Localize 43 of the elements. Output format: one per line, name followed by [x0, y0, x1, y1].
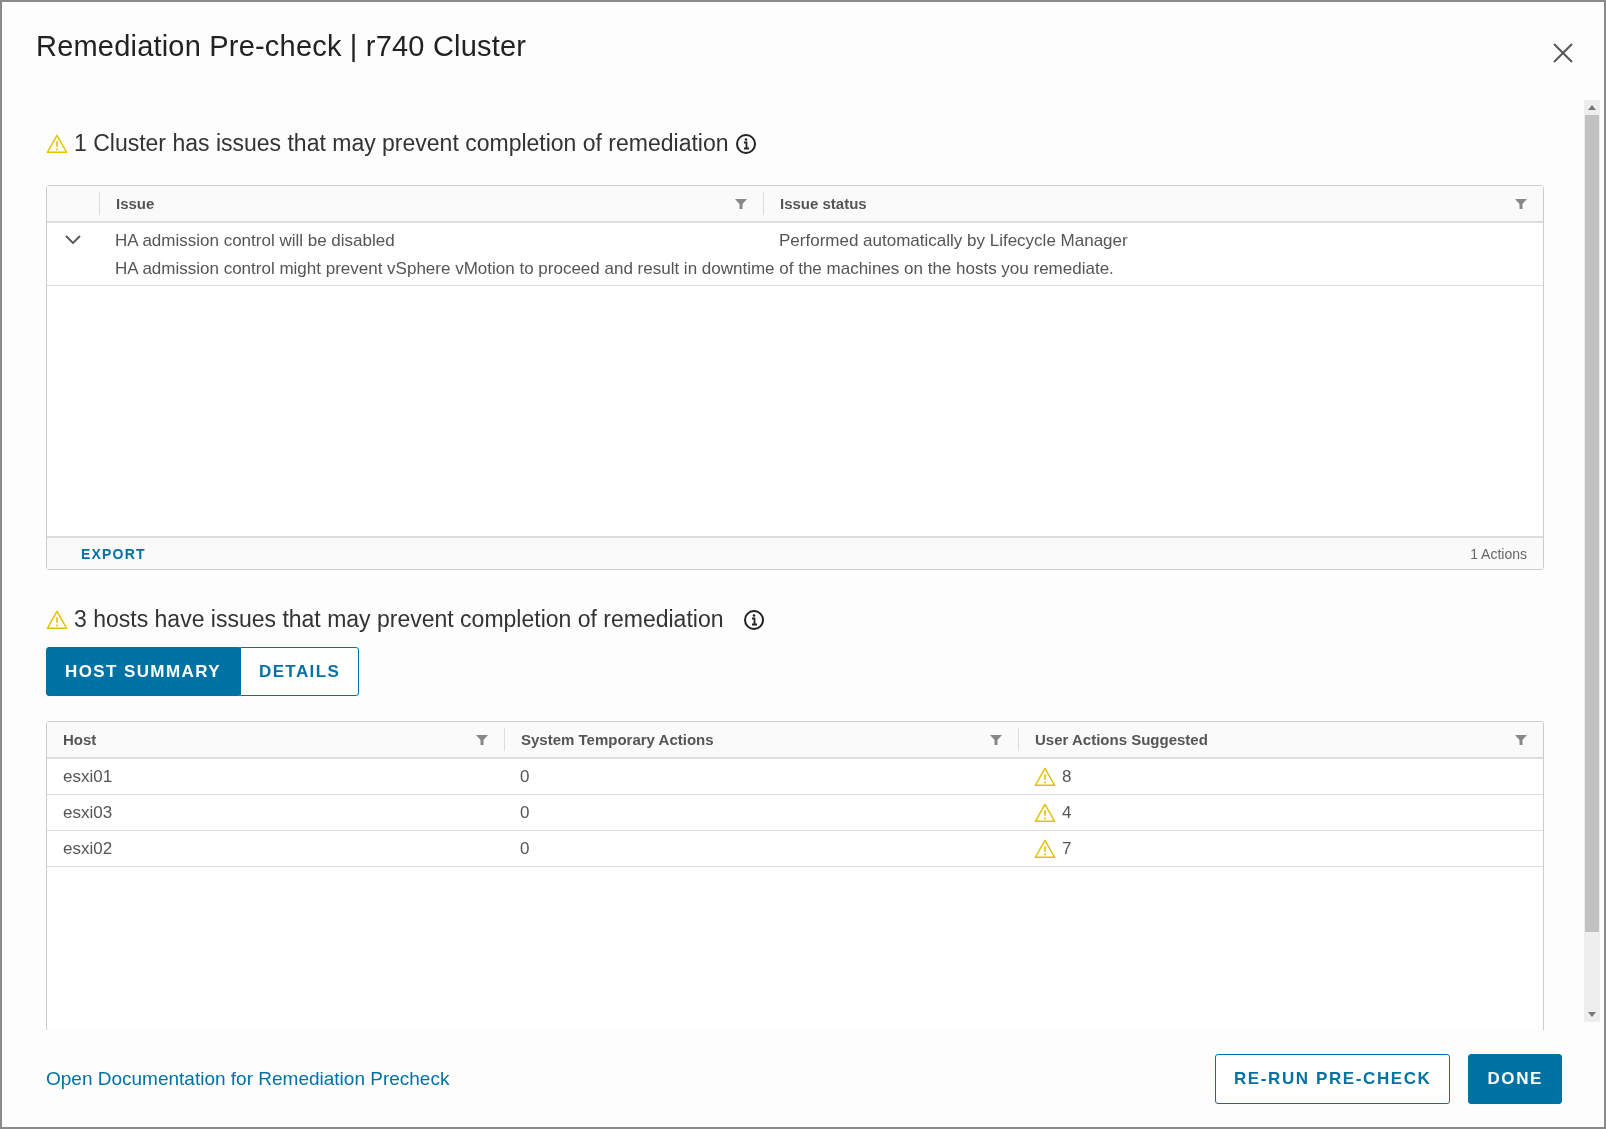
section-heading: 1 Cluster has issues that may prevent completion of remediation — [74, 130, 729, 157]
filter-icon[interactable] — [1515, 733, 1527, 746]
table-cell: 8 — [1062, 766, 1072, 787]
table-cell: 0 — [520, 766, 530, 787]
filter-icon[interactable] — [735, 197, 747, 210]
expand-button[interactable] — [65, 235, 81, 245]
column-header: Host — [63, 731, 97, 748]
filter-icon[interactable] — [1515, 197, 1527, 210]
table-cell: esxi03 — [63, 802, 113, 823]
dialog-title: Remediation Pre-check | r740 Cluster — [36, 30, 527, 63]
warning-icon — [46, 132, 68, 155]
column-header: User Actions Suggested — [1035, 731, 1208, 748]
table-cell-text: HA admission control will be disabled — [115, 231, 396, 251]
done-button[interactable]: DONE — [1468, 1053, 1562, 1104]
warning-icon — [1034, 801, 1056, 824]
filter-icon[interactable] — [990, 733, 1002, 746]
filter-icon[interactable] — [476, 733, 488, 746]
table-cell: 4 — [1062, 802, 1072, 823]
column-header: Issue status — [780, 195, 867, 212]
warning-icon — [46, 608, 68, 631]
column-header: System Temporary Actions — [521, 731, 714, 748]
documentation-link[interactable]: Open Documentation for Remediation Precheck — [46, 1067, 450, 1090]
info-icon[interactable] — [734, 132, 757, 155]
tab[interactable]: HOST SUMMARY — [46, 647, 240, 696]
table-cell: esxi02 — [63, 838, 113, 859]
warning-icon — [1034, 765, 1056, 788]
close-icon — [1552, 42, 1574, 64]
table-cell: 7 — [1062, 838, 1072, 859]
info-icon[interactable] — [743, 608, 766, 631]
table-cell-text: Performed automatically by Lifecycle Manager — [779, 231, 1129, 251]
section-heading: 3 hosts have issues that may prevent completion of remediation — [74, 606, 724, 633]
chevron-icon — [65, 235, 81, 245]
issue-detail: HA admission control might prevent vSphere vMotion to proceed and result in downtime of the machines on the hosts you remediate. — [115, 259, 1115, 279]
tab[interactable]: DETAILS — [239, 647, 360, 696]
table-cell: esxi01 — [63, 766, 113, 787]
rerun-button[interactable]: RE-RUN PRE-CHECK — [1214, 1053, 1451, 1104]
actions-count: 1 Actions — [1470, 545, 1527, 562]
export-button[interactable]: EXPORT — [81, 545, 146, 562]
column-header: Issue — [116, 195, 155, 212]
table-cell: 0 — [520, 802, 530, 823]
scrollbar[interactable] — [1584, 100, 1600, 1022]
warning-icon — [1034, 837, 1056, 860]
table-cell: 0 — [520, 838, 530, 859]
